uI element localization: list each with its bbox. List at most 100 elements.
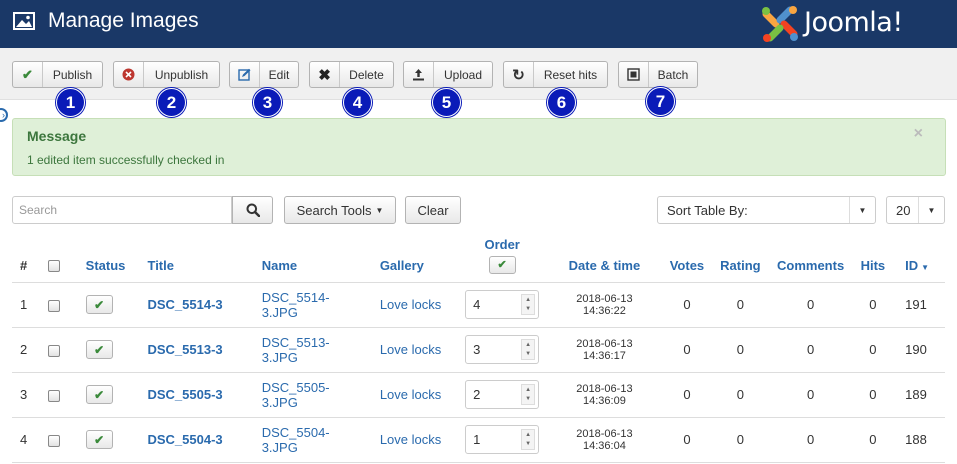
- column-header-order: Order ✔: [457, 236, 548, 283]
- column-header-gallery[interactable]: Gallery: [371, 236, 458, 283]
- column-header-status[interactable]: Status: [77, 236, 140, 283]
- gallery-link[interactable]: Love locks: [380, 297, 441, 312]
- joomla-logo-icon: [762, 6, 798, 42]
- batch-button[interactable]: Batch: [618, 61, 698, 88]
- comments-cell: 0: [768, 372, 853, 418]
- id-header-label: ID: [905, 257, 919, 273]
- table-row: 2 ✔ DSC_5513-3 DSC_5513-3.JPG Love locks…: [12, 327, 945, 373]
- save-order-button[interactable]: ✔: [488, 255, 516, 274]
- image-name-link[interactable]: DSC_5514-3.JPG: [262, 290, 330, 320]
- unpublish-button[interactable]: Unpublish: [113, 61, 220, 88]
- date-cell: 2018-06-13 14:36:09: [547, 372, 662, 418]
- spinner-arrows-icon[interactable]: ▲ ▼: [521, 294, 536, 315]
- published-toggle-button[interactable]: ✔: [85, 430, 113, 449]
- column-header-date[interactable]: Date & time: [547, 236, 662, 283]
- table-row: 1 ✔ DSC_5514-3 DSC_5514-3.JPG Love locks…: [12, 282, 945, 328]
- edit-button[interactable]: Edit: [229, 61, 299, 88]
- x-circle-icon: [114, 62, 144, 87]
- published-toggle-button[interactable]: ✔: [85, 295, 113, 314]
- order-value: 3: [473, 342, 481, 357]
- row-checkbox[interactable]: [47, 389, 60, 402]
- unpublish-label: Unpublish: [154, 67, 209, 82]
- callout-badge-7: 7: [646, 87, 675, 116]
- images-table: # Status Title Name Gallery Order ✔ Date…: [12, 236, 945, 463]
- row-number: 2: [12, 327, 38, 373]
- order-value: 4: [473, 297, 481, 312]
- joomla-logo: Joomla!: [760, 4, 945, 44]
- published-toggle-button[interactable]: ✔: [85, 385, 113, 404]
- limit-select[interactable]: 20 ▼: [886, 196, 945, 224]
- upload-label: Upload: [443, 67, 483, 82]
- sort-table-value: Sort Table By:: [667, 203, 748, 218]
- search-button[interactable]: [232, 196, 273, 224]
- order-header-label[interactable]: Order: [465, 237, 539, 252]
- image-title-link[interactable]: DSC_5505-3: [147, 387, 222, 402]
- column-header-hits[interactable]: Hits: [852, 236, 894, 283]
- image-name-link[interactable]: DSC_5505-3.JPG: [262, 380, 330, 410]
- order-value: 2: [473, 387, 481, 402]
- message-heading: Message: [27, 128, 87, 144]
- votes-cell: 0: [661, 417, 713, 463]
- close-icon[interactable]: ×: [914, 125, 923, 143]
- upload-icon: [404, 62, 434, 87]
- sidebar-toggle-icon[interactable]: ›: [0, 108, 8, 122]
- publish-button[interactable]: ✔ Publish: [12, 61, 103, 88]
- order-input[interactable]: 2 ▲ ▼: [465, 380, 540, 409]
- order-input[interactable]: 3 ▲ ▼: [465, 335, 540, 364]
- upload-button[interactable]: Upload: [403, 61, 493, 88]
- column-header-name[interactable]: Name: [253, 236, 372, 283]
- image-title-link[interactable]: DSC_5514-3: [147, 297, 222, 312]
- id-cell: 188: [893, 417, 945, 463]
- row-checkbox[interactable]: [47, 434, 60, 447]
- comments-cell: 0: [768, 417, 853, 463]
- date-cell: 2018-06-13 14:36:22: [547, 282, 662, 328]
- spinner-arrows-icon[interactable]: ▲ ▼: [521, 429, 536, 450]
- gallery-link[interactable]: Love locks: [380, 342, 441, 357]
- comments-cell: 0: [768, 282, 853, 328]
- column-header-title[interactable]: Title: [139, 236, 254, 283]
- delete-button[interactable]: ✖ Delete: [309, 61, 394, 88]
- sort-table-select[interactable]: Sort Table By: ▼: [657, 196, 876, 224]
- row-checkbox[interactable]: [47, 299, 60, 312]
- reset-hits-button[interactable]: ↻ Reset hits: [503, 61, 608, 88]
- image-name-link[interactable]: DSC_5504-3.JPG: [262, 425, 330, 455]
- table-header-row: # Status Title Name Gallery Order ✔ Date…: [12, 236, 945, 283]
- column-header-comments[interactable]: Comments: [768, 236, 853, 283]
- gallery-link[interactable]: Love locks: [380, 387, 441, 402]
- callout-badge-5: 5: [432, 88, 461, 117]
- order-input[interactable]: 1 ▲ ▼: [465, 425, 540, 454]
- table-row: 4 ✔ DSC_5504-3 DSC_5504-3.JPG Love locks…: [12, 417, 945, 463]
- search-input[interactable]: [12, 196, 232, 224]
- id-cell: 189: [893, 372, 945, 418]
- caret-down-icon: ▼: [849, 197, 875, 223]
- table-row: 3 ✔ DSC_5505-3 DSC_5505-3.JPG Love locks…: [12, 372, 945, 418]
- image-title-link[interactable]: DSC_5513-3: [147, 342, 222, 357]
- image-name-link[interactable]: DSC_5513-3.JPG: [262, 335, 330, 365]
- rating-cell: 0: [712, 372, 769, 418]
- search-tools-label: Search Tools: [296, 202, 372, 218]
- spinner-arrows-icon[interactable]: ▲ ▼: [521, 384, 536, 405]
- id-cell: 191: [893, 282, 945, 328]
- column-header-id[interactable]: ID ▼: [893, 236, 945, 283]
- message-text: 1 edited item successfully checked in: [27, 153, 225, 167]
- callout-badge-4: 4: [343, 88, 372, 117]
- column-header-rating[interactable]: Rating: [712, 236, 769, 283]
- image-title-link[interactable]: DSC_5504-3: [147, 432, 222, 447]
- order-input[interactable]: 4 ▲ ▼: [465, 290, 540, 319]
- spinner-arrows-icon[interactable]: ▲ ▼: [521, 339, 536, 360]
- column-header-select-all: [37, 236, 78, 283]
- search-tools-button[interactable]: Search Tools ▼: [284, 196, 396, 224]
- row-checkbox[interactable]: [47, 344, 60, 357]
- callout-badge-2: 2: [157, 88, 186, 117]
- hits-cell: 0: [852, 417, 894, 463]
- votes-cell: 0: [661, 372, 713, 418]
- comments-cell: 0: [768, 327, 853, 373]
- clear-button[interactable]: Clear: [405, 196, 461, 224]
- select-all-checkbox[interactable]: [47, 260, 60, 273]
- gallery-link[interactable]: Love locks: [380, 432, 441, 447]
- column-header-votes[interactable]: Votes: [661, 236, 713, 283]
- published-toggle-button[interactable]: ✔: [85, 340, 113, 359]
- header-bar: Manage Images Joomla!: [0, 0, 957, 48]
- votes-cell: 0: [661, 327, 713, 373]
- limit-value: 20: [896, 203, 911, 218]
